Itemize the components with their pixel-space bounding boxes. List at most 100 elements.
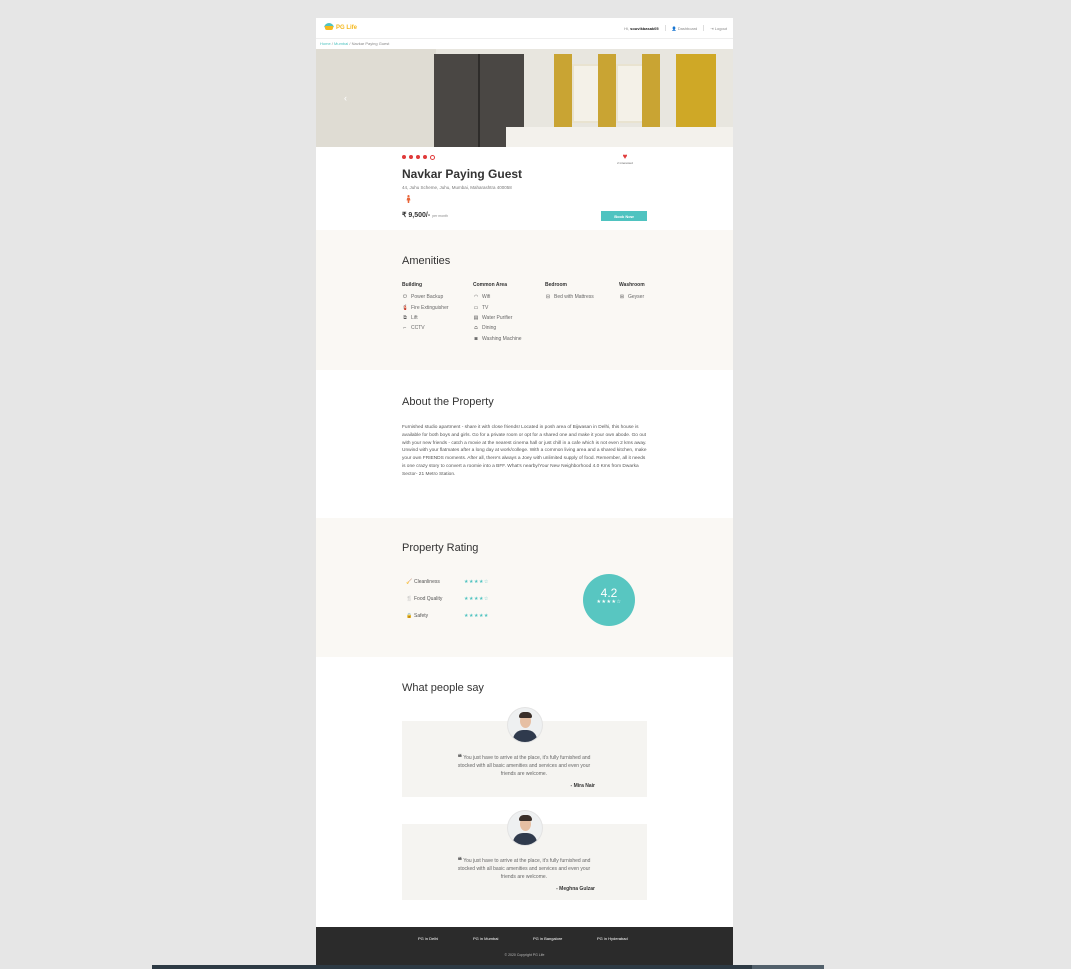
testimonial-quote: ❝ You just have to arrive at the place, … [457,856,591,881]
taskbar-segment [752,965,824,969]
footer-link-delhi[interactable]: PG in Delhi [418,936,438,941]
logout-link[interactable]: ⇥ Logout [710,26,727,31]
breadcrumb-current: Navkar Paying Guest [351,41,390,46]
breadcrumb-home[interactable]: Home [320,41,331,46]
dashboard-link[interactable]: 👤 Dashboard [672,26,698,31]
rating-label: Safety [414,613,429,619]
star-icon [416,155,420,159]
star-icon [423,155,427,159]
footer: PG in Delhi PG in Mumbai PG in Bangalore… [316,927,733,965]
amenities-title: Amenities [402,255,451,267]
utensils-icon: 🍴 [406,596,413,602]
lift-icon: ⧉ [403,314,407,321]
star-icon [402,155,406,159]
dining-icon: ⩍ [474,325,478,332]
page: PG Life Hi, souvikbasak05 👤 Dashboard ⇥ … [316,18,733,965]
overall-rating-circle: 4.2 ★★★★☆ [583,574,635,626]
room-photo-detail [642,54,660,134]
amenity-item: ⏻ Power Backup [403,294,444,301]
username: souvikbasak05 [630,25,659,31]
room-photo [316,49,436,147]
breadcrumb-city[interactable]: Mumbai [334,41,348,46]
nav-divider [703,25,705,31]
interested-button[interactable]: ♥ 2 interested [614,152,636,166]
room-photo-detail [506,127,733,147]
amenity-item: ⩍ Dining [474,325,497,332]
testimonial-quote: ❝ You just have to arrive at the place, … [457,753,591,778]
breadcrumb: Home / Mumbai / Navkar Paying Guest [320,41,390,46]
amenity-item: 🧯 Fire Extinguisher [402,304,449,311]
amenity-group-common-area: Common Area ◠ Wifi ▭ TV ▤ Water Purifier ⩍ D… [473,282,522,344]
testimonial-author: - Mira Nair [570,783,595,789]
property-image-carousel[interactable]: ‹ [316,49,733,147]
book-now-button[interactable]: Book Now [601,211,647,221]
rating-section [316,518,733,657]
amenities-section [316,230,733,370]
rating-stars: ★★★★☆ [464,596,489,602]
fire-extinguisher-icon: 🧯 [402,304,409,311]
amenity-group-title: Bedroom [545,282,567,288]
user-icon: 👤 [671,25,677,31]
taskbar [152,965,824,969]
quote-icon: ❝ [457,856,462,865]
about-title: About the Property [402,396,494,408]
property-address: 44, Juhu Scheme, Juhu, Mumbai, Maharasht… [402,185,512,190]
amenity-item: ⧉ Lift [403,314,418,321]
room-photo-detail [598,54,616,134]
avatar [508,811,542,845]
rating-row-cleanliness: 🧹 Cleanliness ★★★★☆ [406,579,489,585]
rating-stars: ★★★★☆ [464,579,489,585]
washing-machine-icon: ◙ [474,335,478,342]
avatar [508,708,542,742]
property-rating [402,155,435,160]
tv-icon: ▭ [473,304,479,311]
overall-rating-value: 4.2 [600,586,618,600]
copyright: © 2020 Copyright PG Life [504,953,545,957]
broom-icon: 🧹 [406,579,413,585]
star-outline-icon [430,155,435,160]
amenity-item: ▭ TV [473,304,489,311]
footer-link-bangalore[interactable]: PG in Bangalore [533,936,562,941]
navbar: PG Life Hi, souvikbasak05 👤 Dashboard ⇥ … [316,18,733,39]
rating-label: Cleanliness [414,579,440,585]
about-text: Furnished studio apartment - share it wi… [402,425,647,477]
amenity-item: ▤ Water Purifier [473,314,513,321]
logo[interactable]: PG Life [324,23,357,33]
room-photo-detail [572,64,600,123]
footer-link-mumbai[interactable]: PG in Mumbai [473,936,498,941]
overall-rating-stars: ★★★★☆ [596,599,622,605]
rating-title: Property Rating [402,542,479,554]
amenity-item: ◙ Washing Machine [474,335,522,342]
room-photo-detail [616,64,644,123]
amenity-group-washroom: Washroom ⊞ Geyser [619,282,645,302]
amenity-item: ◠ Wifi [473,294,491,301]
testimonial-author: - Meghna Gulzar [556,886,595,892]
room-photo-detail [554,54,572,134]
bed-icon: ⊟ [545,294,551,301]
quote-icon: ❝ [457,753,462,762]
female-icon [406,195,411,203]
testimonials-title: What people say [402,682,484,694]
wifi-icon: ◠ [473,294,479,301]
cctv-icon: ⌐ [403,325,407,332]
interested-count: 2 interested [617,161,633,165]
water-purifier-icon: ▤ [473,314,479,321]
amenity-item: ⌐ CCTV [403,325,425,332]
amenity-item: ⊟ Bed with Mattress [545,294,594,301]
nav-divider [664,25,666,31]
footer-link-hyderabad[interactable]: PG in Hyderabad [597,936,628,941]
room-photo-detail [676,54,716,134]
geyser-icon: ⊞ [619,294,625,301]
amenity-group-building: Building ⏻ Power Backup 🧯 Fire Extinguishe… [402,282,449,334]
amenity-group-bedroom: Bedroom ⊟ Bed with Mattress [545,282,594,302]
logout-icon: ⇥ [710,25,714,31]
rating-stars: ★★★★★ [464,613,489,619]
power-backup-icon: ⏻ [403,294,407,301]
user-nav: Hi, souvikbasak05 👤 Dashboard ⇥ Logout [624,25,727,31]
amenity-group-title: Building [402,282,422,288]
amenity-group-title: Washroom [619,282,645,288]
property-price: ₹ 9,500/- per month [402,212,448,219]
logo-text: PG Life [336,25,358,31]
heart-icon: ♥ [622,152,628,161]
chevron-left-icon[interactable]: ‹ [344,93,347,103]
